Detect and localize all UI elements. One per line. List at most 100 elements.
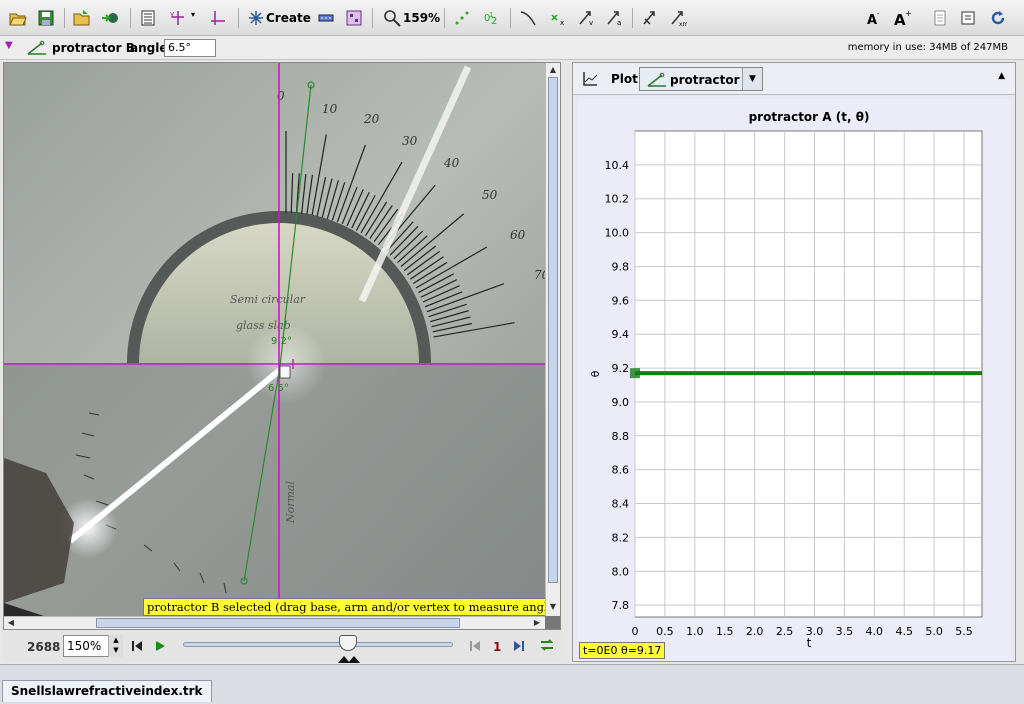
clip-settings-icon[interactable]	[136, 6, 160, 30]
refresh-icon[interactable]	[986, 6, 1010, 30]
notes-icon[interactable]	[928, 6, 952, 30]
scale-label: 70	[534, 268, 545, 282]
track-selector-label: protractor A	[670, 73, 753, 87]
frame-number[interactable]: 2688	[27, 640, 60, 654]
vector-stretch-icon[interactable]	[638, 6, 662, 30]
svg-text:xm: xm	[679, 21, 687, 27]
clip-end-markers-icon[interactable]	[336, 652, 362, 663]
plot-toolbar: Plot protractor A ▼ ▲	[573, 63, 1015, 95]
step-forward-icon[interactable]	[513, 638, 525, 654]
x-axis-label: t	[807, 636, 812, 650]
font-smaller-icon[interactable]: A-	[862, 6, 886, 30]
x-tick-label: 1.0	[686, 625, 704, 638]
video-vertical-scrollbar[interactable]: ▲ ▼	[545, 63, 560, 616]
export-icon[interactable]	[98, 6, 122, 30]
svg-text:y: y	[170, 10, 174, 18]
scroll-thumb[interactable]	[548, 77, 558, 583]
video-slider-thumb[interactable]	[338, 635, 357, 651]
scale-label: 10	[322, 102, 338, 116]
y-tick-label: 8.0	[612, 565, 630, 578]
plot-area[interactable]: protractor A (t, θ) 0 0.5 1.0 1.5 2.0 2.5 3.0 3…	[577, 99, 1011, 661]
position-icon[interactable]: x	[546, 6, 570, 30]
video-slider[interactable]	[183, 642, 453, 647]
collapse-icon[interactable]: ▲	[998, 71, 1005, 81]
angle-field[interactable]: 6.5°	[164, 39, 216, 57]
video-frame[interactable]: 0 10 20 30 40 50 60 70 Semi circular gla…	[4, 63, 545, 616]
scale-label: 40	[443, 156, 460, 170]
font-larger-icon[interactable]: A +	[890, 6, 914, 30]
tab-file[interactable]: Snellslawrefractiveindex.trk	[2, 680, 212, 702]
status-message: protractor B selected (drag base, arm an…	[143, 598, 560, 616]
angle-label-protractor-a: 9.2°	[271, 336, 292, 347]
open-icon[interactable]	[6, 6, 30, 30]
y-tick-label: 9.4	[612, 328, 630, 341]
y-tick-label: 9.6	[612, 294, 630, 307]
create-track-icon[interactable]	[244, 6, 268, 30]
play-icon[interactable]	[153, 638, 167, 654]
acceleration-icon[interactable]: a	[602, 6, 626, 30]
reset-icon[interactable]	[130, 638, 144, 654]
y-tick-label: 8.6	[612, 464, 630, 477]
velocity-icon[interactable]: v	[574, 6, 598, 30]
chart[interactable]: protractor A (t, θ) 0 0.5 1.0 1.5 2.0 2.5 3.0 3…	[577, 99, 1011, 661]
data-readout: t=0E0 θ=9.17	[579, 642, 666, 659]
svg-text:1: 1	[489, 11, 493, 19]
trail-icon[interactable]	[516, 6, 540, 30]
zoom-icon[interactable]	[380, 6, 404, 30]
svg-text:+: +	[905, 9, 911, 18]
axes-icon[interactable]: y	[166, 6, 190, 30]
protractor-icon	[26, 39, 48, 57]
track-dropdown-arrow-icon[interactable]: ▼	[742, 68, 762, 90]
create-button[interactable]: Create	[266, 11, 311, 25]
step-back-icon[interactable]	[469, 638, 481, 654]
plot-panel: Plot protractor A ▼ ▲ protractor A (t, θ…	[572, 62, 1016, 662]
normal-label: Normal	[284, 481, 297, 524]
y-axis-label: θ	[589, 370, 602, 377]
x-tick-label: 4.0	[866, 625, 884, 638]
zoom-spinner-arrows-icon[interactable]: ▲ ▼	[108, 635, 123, 657]
video-horizontal-scrollbar[interactable]: ◀ ▶	[4, 616, 545, 629]
scroll-down-icon[interactable]: ▼	[547, 601, 559, 613]
player-bar: 2688 150% ▲ ▼ 1	[3, 630, 561, 663]
scale-label: 60	[510, 228, 526, 242]
info-icon[interactable]	[956, 6, 980, 30]
tape-measure-icon[interactable]	[206, 6, 230, 30]
track-menu-arrow-icon[interactable]: ▼	[5, 40, 13, 51]
y-tick-label: 9.8	[612, 260, 630, 273]
plot-button[interactable]: Plot	[611, 72, 638, 86]
svg-text:-: -	[877, 10, 880, 18]
calibration-icon[interactable]	[314, 6, 338, 30]
filter-icon[interactable]	[342, 6, 366, 30]
y-tick-label: 8.8	[612, 430, 630, 443]
x-tick-label: 5.5	[955, 625, 973, 638]
y-tick-label: 7.8	[612, 599, 630, 612]
open-video-icon[interactable]	[70, 6, 94, 30]
vector-sum-icon[interactable]: xm	[666, 6, 690, 30]
video-panel[interactable]: 0 10 20 30 40 50 60 70 Semi circular gla…	[3, 62, 561, 630]
save-icon[interactable]	[34, 6, 58, 30]
numbers-icon[interactable]: 021	[480, 6, 504, 30]
scroll-right-icon[interactable]: ▶	[531, 617, 543, 629]
data-point-marker[interactable]	[630, 368, 640, 379]
track-selector[interactable]: protractor A ▼	[639, 67, 763, 91]
x-tick-label: 4.5	[895, 625, 913, 638]
x-tick-label: 0	[632, 625, 639, 638]
x-tick-label: 1.5	[716, 625, 734, 638]
points-icon[interactable]	[450, 6, 474, 30]
main-toolbar: y ▾ Create 159% 021 x v a xm A- A +	[0, 0, 1024, 36]
angle-label: angle	[130, 41, 168, 55]
scale-label: 20	[363, 112, 380, 126]
svg-text:v: v	[589, 19, 593, 27]
scroll-up-icon[interactable]: ▲	[547, 64, 559, 76]
step-size[interactable]: 1	[493, 640, 501, 654]
scroll-thumb[interactable]	[96, 618, 460, 628]
svg-text:x: x	[560, 19, 564, 27]
scroll-left-icon[interactable]: ◀	[5, 617, 17, 629]
y-tick-label: 10.4	[605, 159, 630, 172]
zoom-level[interactable]: 159%	[403, 11, 440, 25]
selected-track-name[interactable]: protractor B	[52, 41, 135, 55]
loop-icon[interactable]	[539, 637, 555, 653]
axes-dropdown-icon[interactable]: ▾	[191, 10, 195, 19]
y-tick-label: 8.4	[612, 498, 630, 511]
plot-axes-icon[interactable]	[581, 70, 599, 88]
